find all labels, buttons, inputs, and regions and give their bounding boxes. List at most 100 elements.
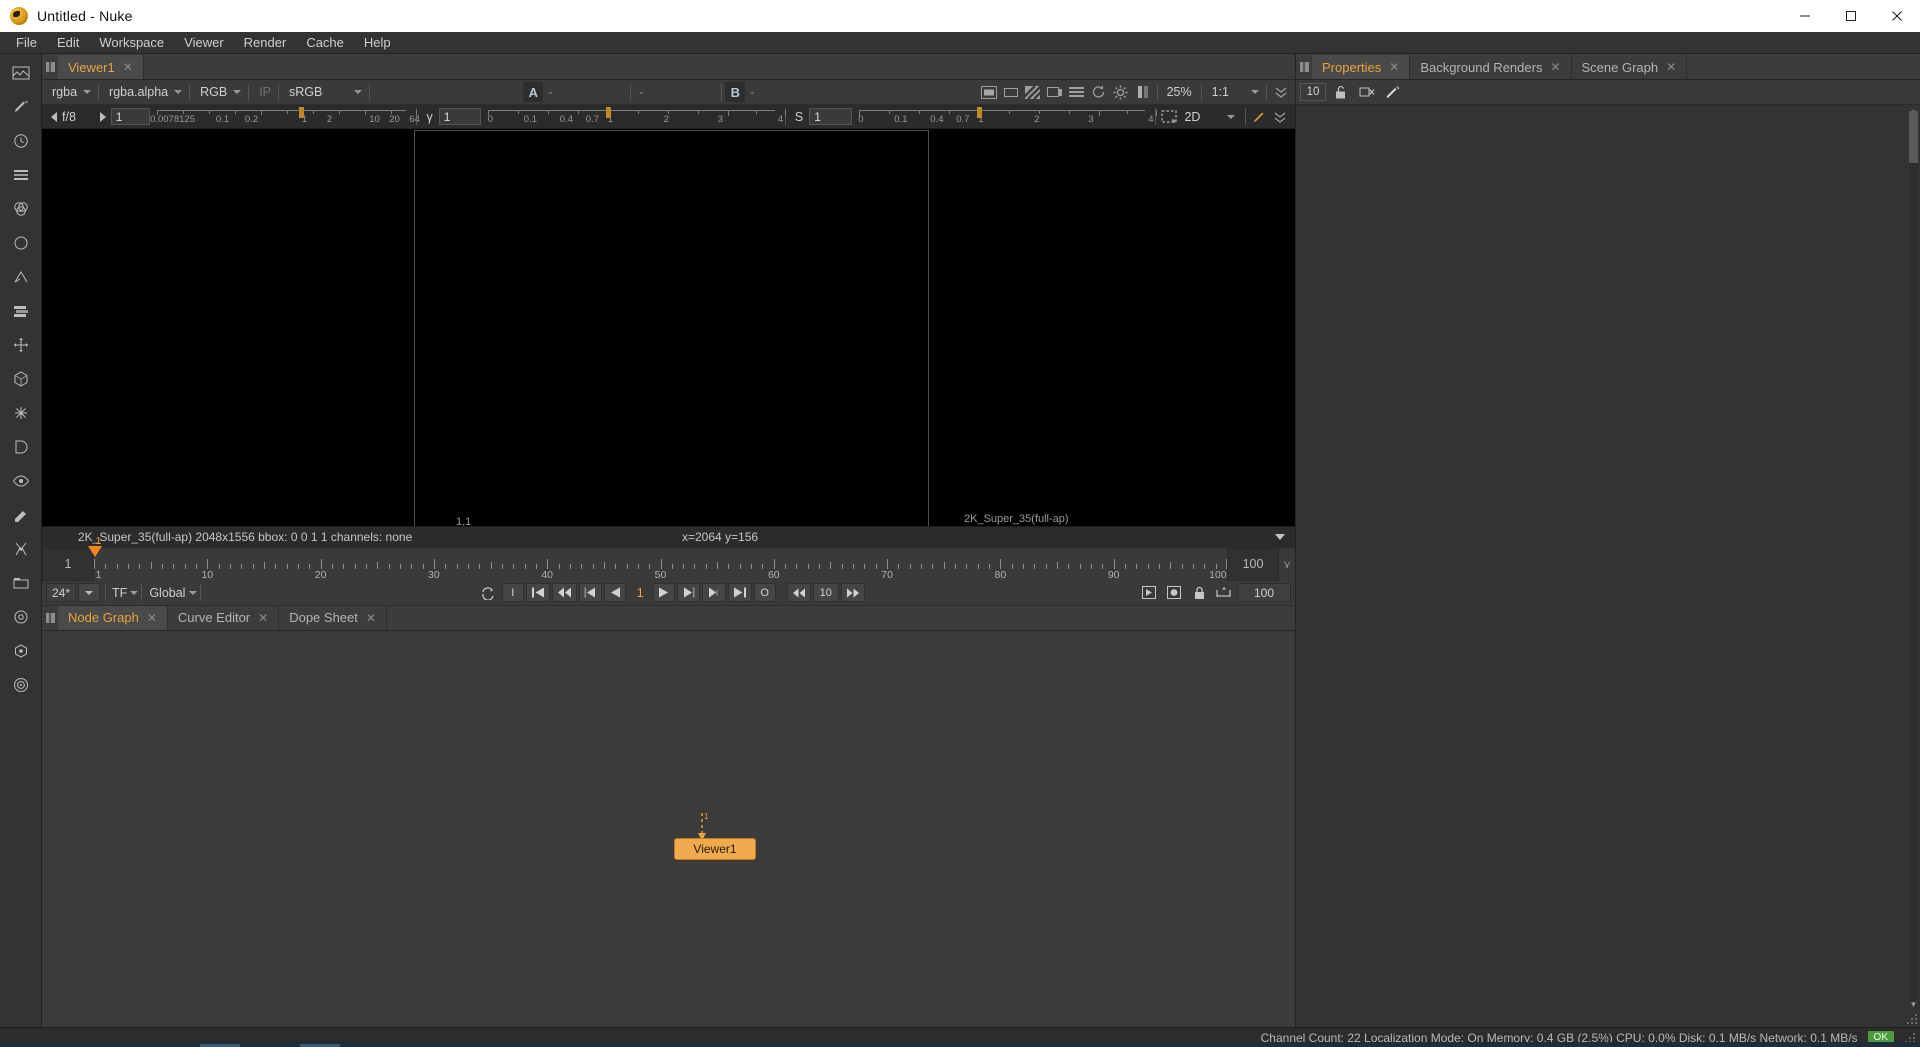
play-backward-icon[interactable] bbox=[604, 583, 626, 602]
menu-viewer[interactable]: Viewer bbox=[174, 33, 234, 52]
playhead-marker[interactable] bbox=[88, 546, 102, 557]
color-picker-icon[interactable] bbox=[1382, 82, 1404, 102]
step-back-icon[interactable] bbox=[787, 583, 811, 602]
current-frame-value[interactable]: 1 bbox=[628, 586, 653, 600]
chevron-down-icon[interactable] bbox=[1275, 534, 1285, 540]
tab-curve-editor-close-icon[interactable]: ✕ bbox=[258, 611, 268, 625]
layers-icon[interactable] bbox=[1066, 82, 1088, 102]
metadata-nodes-icon[interactable] bbox=[7, 502, 35, 528]
menu-render[interactable]: Render bbox=[234, 33, 297, 52]
tab-properties[interactable]: Properties ✕ bbox=[1312, 55, 1410, 79]
tab-node-graph-close-icon[interactable]: ✕ bbox=[147, 611, 157, 625]
draw-nodes-icon[interactable] bbox=[7, 94, 35, 120]
roi-icon[interactable] bbox=[978, 82, 1000, 102]
chevron-down-icon[interactable] bbox=[1227, 115, 1235, 119]
toolsets-icon[interactable] bbox=[7, 536, 35, 562]
fstop-next-icon[interactable] bbox=[100, 112, 106, 122]
properties-scrollbar[interactable] bbox=[1909, 111, 1918, 1001]
viewer-process-combo[interactable]: sRGB bbox=[282, 83, 366, 102]
resize-grip-icon[interactable] bbox=[1906, 1013, 1918, 1025]
filter-nodes-icon[interactable] bbox=[7, 230, 35, 256]
fstop-prev-icon[interactable] bbox=[51, 112, 57, 122]
chevron-double-down-icon[interactable] bbox=[1270, 82, 1292, 102]
tab-viewer1[interactable]: Viewer1 ✕ bbox=[58, 55, 144, 79]
tab-dope-sheet[interactable]: Dope Sheet ✕ bbox=[279, 606, 387, 630]
particles-nodes-icon[interactable] bbox=[7, 400, 35, 426]
out-point-icon[interactable]: O bbox=[754, 583, 776, 602]
frame-increment-value[interactable]: 10 bbox=[813, 583, 839, 602]
saturation-input[interactable]: 1 bbox=[809, 108, 852, 125]
saturation-slider[interactable]: 0 0.1 0.4 0.7 1 2 3 4 bbox=[859, 107, 1145, 127]
ip-toggle[interactable]: IP bbox=[252, 83, 275, 102]
color-nodes-icon[interactable] bbox=[7, 196, 35, 222]
minimize-button[interactable] bbox=[1782, 0, 1828, 32]
chevron-double-down-icon[interactable]: ⋎ bbox=[1279, 548, 1295, 581]
playback-mode-icon[interactable] bbox=[1138, 583, 1161, 602]
last-frame-icon[interactable] bbox=[728, 583, 752, 602]
channel-nodes-icon[interactable] bbox=[7, 162, 35, 188]
prev-frame-icon[interactable] bbox=[579, 583, 602, 602]
timeline-track[interactable]: 1 10 20 30 40 50 60 70 80 90 100 1 bbox=[94, 548, 1227, 581]
cara-icon[interactable] bbox=[7, 638, 35, 664]
a-input-badge[interactable]: A bbox=[523, 82, 543, 102]
scale-combo[interactable]: 1:1 bbox=[1205, 83, 1263, 102]
next-frame-icon[interactable] bbox=[677, 583, 700, 602]
image-nodes-icon[interactable] bbox=[7, 60, 35, 86]
pen-icon[interactable] bbox=[1249, 107, 1270, 127]
sync-mode[interactable]: Global bbox=[149, 586, 185, 600]
tab-properties-close-icon[interactable]: ✕ bbox=[1389, 60, 1399, 74]
gamma-slider[interactable]: 0 0.1 0.4 0.7 1 2 3 4 bbox=[488, 107, 774, 127]
pane-grip-icon[interactable] bbox=[42, 606, 58, 630]
wipe-mode-combo[interactable]: - bbox=[634, 82, 718, 102]
max-panels-input[interactable]: 10 bbox=[1300, 83, 1326, 101]
close-button[interactable] bbox=[1874, 0, 1920, 32]
tab-curve-editor[interactable]: Curve Editor ✕ bbox=[168, 606, 279, 630]
keyer-nodes-icon[interactable] bbox=[7, 264, 35, 290]
lock-range-icon[interactable] bbox=[1188, 583, 1210, 602]
time-nodes-icon[interactable] bbox=[7, 128, 35, 154]
menu-workspace[interactable]: Workspace bbox=[89, 33, 174, 52]
refresh-icon[interactable] bbox=[1088, 82, 1110, 102]
checkerboard-icon[interactable] bbox=[1022, 82, 1044, 102]
menu-cache[interactable]: Cache bbox=[296, 33, 354, 52]
roi-select-icon[interactable] bbox=[1159, 107, 1180, 127]
proxy-icon[interactable] bbox=[1000, 82, 1022, 102]
b-input-badge[interactable]: B bbox=[725, 82, 745, 102]
tab-viewer1-close-icon[interactable]: ✕ bbox=[123, 60, 133, 74]
menu-edit[interactable]: Edit bbox=[47, 33, 89, 52]
tab-node-graph[interactable]: Node Graph ✕ bbox=[58, 606, 168, 630]
clear-all-icon[interactable] bbox=[1356, 82, 1378, 102]
range-end-value[interactable]: 100 bbox=[1237, 583, 1291, 602]
maximize-button[interactable] bbox=[1828, 0, 1874, 32]
pause-icon[interactable] bbox=[1132, 82, 1154, 102]
viewer-image-area[interactable]: 1,1 2K_Super_35(full-ap) bbox=[42, 129, 1295, 526]
fps-value[interactable]: 24* bbox=[46, 583, 76, 602]
other-nodes-icon[interactable] bbox=[7, 570, 35, 596]
pane-grip-icon[interactable] bbox=[1296, 55, 1312, 79]
viewer-mode-value[interactable]: 2D bbox=[1184, 110, 1226, 124]
transform-nodes-icon[interactable] bbox=[7, 332, 35, 358]
tab-background-renders[interactable]: Background Renders ✕ bbox=[1410, 55, 1571, 79]
timeline-end-frame[interactable]: 100 bbox=[1227, 548, 1279, 581]
scroll-down-icon[interactable]: ▼ bbox=[1909, 1000, 1918, 1009]
tab-background-renders-close-icon[interactable]: ✕ bbox=[1550, 60, 1560, 74]
fps-dropdown[interactable] bbox=[78, 583, 100, 602]
first-frame-icon[interactable] bbox=[526, 583, 550, 602]
properties-body[interactable]: ▲ ▼ bbox=[1296, 105, 1920, 1027]
frame-range-icon[interactable] bbox=[1212, 583, 1235, 602]
channel-layer-combo[interactable]: rgba.alpha bbox=[102, 83, 186, 102]
a-input-combo[interactable]: - bbox=[543, 82, 627, 102]
chevron-double-down-icon[interactable] bbox=[1270, 107, 1291, 127]
display-channel-combo[interactable]: RGB bbox=[193, 83, 245, 102]
stop-icon[interactable] bbox=[1163, 583, 1186, 602]
views-nodes-icon[interactable] bbox=[7, 468, 35, 494]
zoom-level[interactable]: 25% bbox=[1161, 85, 1198, 99]
in-point-icon[interactable]: I bbox=[502, 583, 524, 602]
menu-help[interactable]: Help bbox=[354, 33, 401, 52]
fstop-slider[interactable]: 0.0078125 0.1 0.2 1 2 10 20 64 bbox=[157, 107, 407, 127]
gear-icon[interactable] bbox=[1110, 82, 1132, 102]
merge-nodes-icon[interactable] bbox=[7, 298, 35, 324]
step-forward-icon[interactable] bbox=[841, 583, 865, 602]
tab-dope-sheet-close-icon[interactable]: ✕ bbox=[366, 611, 376, 625]
fstop-input[interactable]: 1 bbox=[111, 108, 150, 125]
